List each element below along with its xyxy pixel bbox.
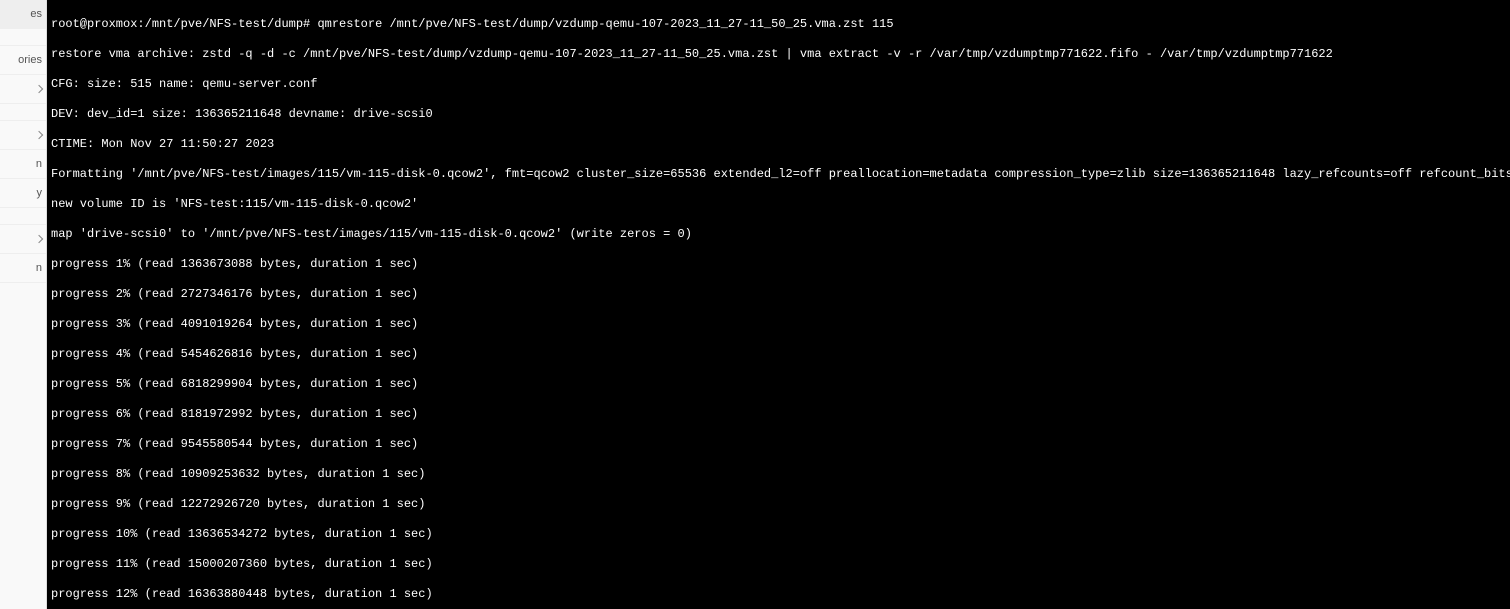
terminal-line: new volume ID is 'NFS-test:115/vm-115-di… xyxy=(51,197,1506,212)
sidebar-item[interactable]: n xyxy=(0,150,46,179)
sidebar-item-label: es xyxy=(30,8,42,20)
terminal-command: qmrestore /mnt/pve/NFS-test/dump/vzdump-… xyxy=(317,17,893,31)
sidebar-item-label: n xyxy=(36,158,42,170)
sidebar-item[interactable] xyxy=(0,29,46,46)
terminal-line: progress 5% (read 6818299904 bytes, dura… xyxy=(51,377,1506,392)
sidebar-item[interactable] xyxy=(0,75,46,104)
terminal-line: progress 9% (read 12272926720 bytes, dur… xyxy=(51,497,1506,512)
sidebar-item[interactable]: n xyxy=(0,254,46,283)
terminal-line: map 'drive-scsi0' to '/mnt/pve/NFS-test/… xyxy=(51,227,1506,242)
terminal-line: progress 1% (read 1363673088 bytes, dura… xyxy=(51,257,1506,272)
sidebar: es ories n y n xyxy=(0,0,47,609)
terminal-line: progress 10% (read 13636534272 bytes, du… xyxy=(51,527,1506,542)
terminal-line: progress 7% (read 9545580544 bytes, dura… xyxy=(51,437,1506,452)
chevron-right-icon xyxy=(35,131,43,139)
terminal-line: progress 11% (read 15000207360 bytes, du… xyxy=(51,557,1506,572)
sidebar-item[interactable]: y xyxy=(0,179,46,208)
sidebar-item-label: ories xyxy=(18,54,42,66)
terminal-line: progress 6% (read 8181972992 bytes, dura… xyxy=(51,407,1506,422)
sidebar-item[interactable] xyxy=(0,121,46,150)
chevron-right-icon xyxy=(35,235,43,243)
terminal-line: progress 3% (read 4091019264 bytes, dura… xyxy=(51,317,1506,332)
terminal-output[interactable]: root@proxmox:/mnt/pve/NFS-test/dump# qmr… xyxy=(47,0,1510,609)
chevron-right-icon xyxy=(35,85,43,93)
terminal-command-line: root@proxmox:/mnt/pve/NFS-test/dump# qmr… xyxy=(51,17,1506,32)
terminal-line: restore vma archive: zstd -q -d -c /mnt/… xyxy=(51,47,1506,62)
terminal-line: progress 4% (read 5454626816 bytes, dura… xyxy=(51,347,1506,362)
sidebar-item[interactable]: es xyxy=(0,0,46,29)
terminal-line: progress 2% (read 2727346176 bytes, dura… xyxy=(51,287,1506,302)
terminal-prompt: root@proxmox:/mnt/pve/NFS-test/dump# xyxy=(51,17,310,31)
sidebar-item[interactable] xyxy=(0,225,46,254)
terminal-line: CTIME: Mon Nov 27 11:50:27 2023 xyxy=(51,137,1506,152)
terminal-line: progress 12% (read 16363880448 bytes, du… xyxy=(51,587,1506,602)
terminal-line: DEV: dev_id=1 size: 136365211648 devname… xyxy=(51,107,1506,122)
sidebar-item[interactable] xyxy=(0,208,46,225)
sidebar-item-label: y xyxy=(37,187,43,199)
sidebar-item-label: n xyxy=(36,262,42,274)
terminal-line: Formatting '/mnt/pve/NFS-test/images/115… xyxy=(51,167,1506,182)
sidebar-item[interactable] xyxy=(0,104,46,121)
terminal-line: CFG: size: 515 name: qemu-server.conf xyxy=(51,77,1506,92)
terminal-line: progress 8% (read 10909253632 bytes, dur… xyxy=(51,467,1506,482)
sidebar-item[interactable]: ories xyxy=(0,46,46,75)
